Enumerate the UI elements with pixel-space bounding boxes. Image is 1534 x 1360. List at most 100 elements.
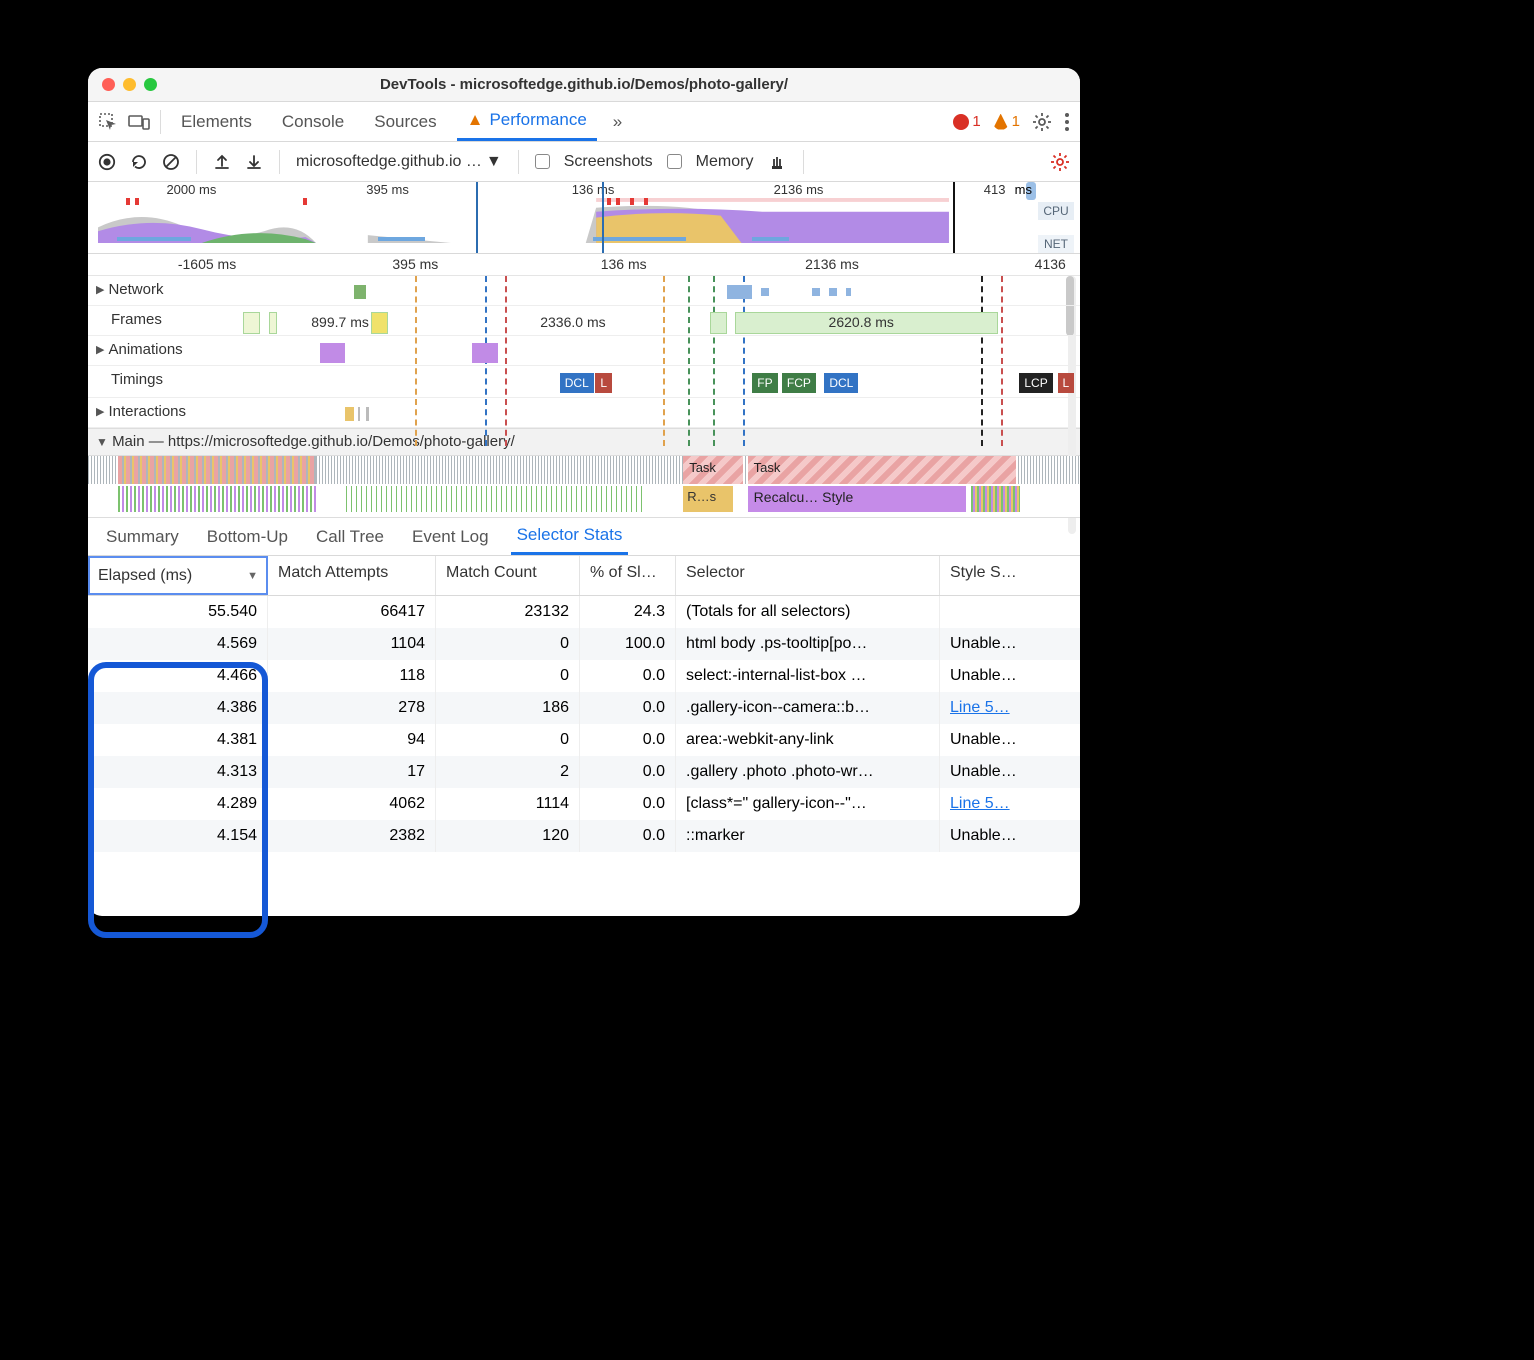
track-frames[interactable]: Frames 899.7 ms 2336.0 ms 2620.8 ms bbox=[88, 306, 1080, 336]
tab-performance-label: Performance bbox=[489, 110, 586, 130]
capture-settings-icon[interactable] bbox=[1050, 152, 1070, 172]
tab-performance[interactable]: ▲ Performance bbox=[457, 102, 597, 141]
tab-summary[interactable]: Summary bbox=[100, 518, 185, 555]
table-cell: 23132 bbox=[436, 596, 580, 628]
tab-event-log[interactable]: Event Log bbox=[406, 518, 495, 555]
minimize-icon[interactable] bbox=[123, 78, 136, 91]
table-cell: .gallery-icon--camera::b… bbox=[676, 692, 940, 724]
col-pct-slow[interactable]: % of Sl… bbox=[580, 556, 676, 595]
recalc-style: Recalcu… Style bbox=[748, 486, 966, 512]
table-row[interactable]: 4.3131720.0.gallery .photo .photo-wr…Una… bbox=[88, 756, 1080, 788]
tab-call-tree[interactable]: Call Tree bbox=[310, 518, 390, 555]
details-tabs: Summary Bottom-Up Call Tree Event Log Se… bbox=[88, 518, 1080, 556]
table-cell: 278 bbox=[268, 692, 436, 724]
window-title: DevTools - microsoftedge.github.io/Demos… bbox=[88, 76, 1080, 93]
table-cell: 0.0 bbox=[580, 660, 676, 692]
clear-icon[interactable] bbox=[162, 153, 180, 171]
flame-chart[interactable]: Task Task R…s Recalcu… Style bbox=[88, 456, 1080, 518]
table-cell: 0.0 bbox=[580, 692, 676, 724]
garbage-collect-icon[interactable] bbox=[767, 152, 787, 172]
table-cell: 66417 bbox=[268, 596, 436, 628]
table-cell: 0.0 bbox=[580, 756, 676, 788]
ms-label: ms bbox=[1015, 182, 1032, 197]
screenshots-checkbox[interactable] bbox=[535, 154, 550, 169]
table-row[interactable]: 4.289406211140.0[class*=" gallery-icon--… bbox=[88, 788, 1080, 820]
table-cell: 2382 bbox=[268, 820, 436, 852]
stylesheet-link[interactable]: Line 5… bbox=[950, 699, 1010, 717]
table-cell: 0 bbox=[436, 628, 580, 660]
overview-chart[interactable]: 2000 ms 395 ms 136 ms 2136 ms 413 ms bbox=[88, 182, 1080, 254]
error-badge[interactable]: 1 bbox=[953, 113, 980, 130]
col-style-sheet[interactable]: Style S… bbox=[940, 556, 1034, 595]
col-match-count[interactable]: Match Count bbox=[436, 556, 580, 595]
zoom-icon[interactable] bbox=[144, 78, 157, 91]
table-cell: 0.0 bbox=[580, 820, 676, 852]
cpu-label: CPU bbox=[1038, 202, 1074, 220]
tab-console[interactable]: Console bbox=[272, 102, 354, 141]
table-cell: [class*=" gallery-icon--"… bbox=[676, 788, 940, 820]
table-row[interactable]: 4.3862781860.0.gallery-icon--camera::b…L… bbox=[88, 692, 1080, 724]
disclose-icon: ▶ bbox=[96, 405, 104, 418]
table-cell: 0 bbox=[436, 660, 580, 692]
chevron-down-icon: ▼ bbox=[486, 153, 502, 171]
tabs-overflow[interactable]: » bbox=[607, 102, 628, 141]
table-row[interactable]: 4.3819400.0area:-webkit-any-linkUnable… bbox=[88, 724, 1080, 756]
col-elapsed[interactable]: Elapsed (ms) ▼ bbox=[88, 556, 268, 595]
stylesheet-link[interactable]: Line 5… bbox=[950, 795, 1010, 813]
col-match-attempts[interactable]: Match Attempts bbox=[268, 556, 436, 595]
table-cell: Unable… bbox=[940, 724, 1034, 756]
separator bbox=[518, 150, 519, 174]
separator bbox=[160, 110, 161, 134]
overview-cpu bbox=[98, 198, 1032, 243]
device-icon[interactable] bbox=[128, 113, 150, 131]
table-row[interactable]: 55.540664172313224.3(Totals for all sele… bbox=[88, 596, 1080, 628]
track-main-header[interactable]: ▼ Main — https://microsoftedge.github.io… bbox=[88, 428, 1080, 456]
table-cell: ::marker bbox=[676, 820, 940, 852]
disclose-icon: ▶ bbox=[96, 283, 104, 296]
track-timings[interactable]: Timings DCL L FP FCP DCL LCP L bbox=[88, 366, 1080, 398]
reload-icon[interactable] bbox=[130, 153, 148, 171]
disclose-icon: ▶ bbox=[96, 343, 104, 356]
overview-ticks: 2000 ms 395 ms 136 ms 2136 ms 413 bbox=[98, 182, 1032, 198]
warning-badge[interactable]: 1 bbox=[993, 113, 1020, 130]
table-cell: 0.0 bbox=[580, 724, 676, 756]
table-row[interactable]: 4.56911040100.0html body .ps-tooltip[po…… bbox=[88, 628, 1080, 660]
record-icon[interactable] bbox=[98, 153, 116, 171]
table-cell: Unable… bbox=[940, 756, 1034, 788]
traffic-lights bbox=[102, 78, 157, 91]
target-select[interactable]: microsoftedge.github.io … ▼ bbox=[296, 153, 502, 171]
download-icon[interactable] bbox=[245, 153, 263, 171]
table-cell bbox=[940, 596, 1034, 628]
table-cell: select:-internal-list-box … bbox=[676, 660, 940, 692]
gear-icon[interactable] bbox=[1032, 112, 1052, 132]
tab-selector-stats[interactable]: Selector Stats bbox=[511, 518, 629, 555]
inspect-icon[interactable] bbox=[98, 112, 118, 132]
close-icon[interactable] bbox=[102, 78, 115, 91]
track-interactions[interactable]: ▶Interactions bbox=[88, 398, 1080, 428]
table-row[interactable]: 4.15423821200.0::markerUnable… bbox=[88, 820, 1080, 852]
table-cell: 4.569 bbox=[88, 628, 268, 660]
disclose-down-icon: ▼ bbox=[96, 435, 108, 449]
net-label: NET bbox=[1038, 235, 1074, 253]
table-cell: (Totals for all selectors) bbox=[676, 596, 940, 628]
task-box: Task bbox=[748, 456, 1016, 484]
timeline-ruler[interactable]: -1605 ms 395 ms 136 ms 2136 ms 4136 bbox=[88, 254, 1080, 276]
memory-checkbox[interactable] bbox=[667, 154, 682, 169]
tracks-panel: ▶Network Frames 899.7 ms 2336.0 ms bbox=[88, 276, 1080, 518]
table-cell: 55.540 bbox=[88, 596, 268, 628]
table-cell: 4062 bbox=[268, 788, 436, 820]
table-row[interactable]: 4.46611800.0select:-internal-list-box …U… bbox=[88, 660, 1080, 692]
track-network[interactable]: ▶Network bbox=[88, 276, 1080, 306]
kebab-icon[interactable] bbox=[1064, 112, 1070, 132]
col-selector[interactable]: Selector bbox=[676, 556, 940, 595]
target-label: microsoftedge.github.io … bbox=[296, 153, 482, 171]
table-cell: 94 bbox=[268, 724, 436, 756]
error-icon bbox=[953, 114, 969, 130]
table-cell: 4.154 bbox=[88, 820, 268, 852]
tab-sources[interactable]: Sources bbox=[364, 102, 446, 141]
titlebar: DevTools - microsoftedge.github.io/Demos… bbox=[88, 68, 1080, 102]
tab-bottom-up[interactable]: Bottom-Up bbox=[201, 518, 294, 555]
upload-icon[interactable] bbox=[213, 153, 231, 171]
tab-elements[interactable]: Elements bbox=[171, 102, 262, 141]
track-animations[interactable]: ▶Animations bbox=[88, 336, 1080, 366]
